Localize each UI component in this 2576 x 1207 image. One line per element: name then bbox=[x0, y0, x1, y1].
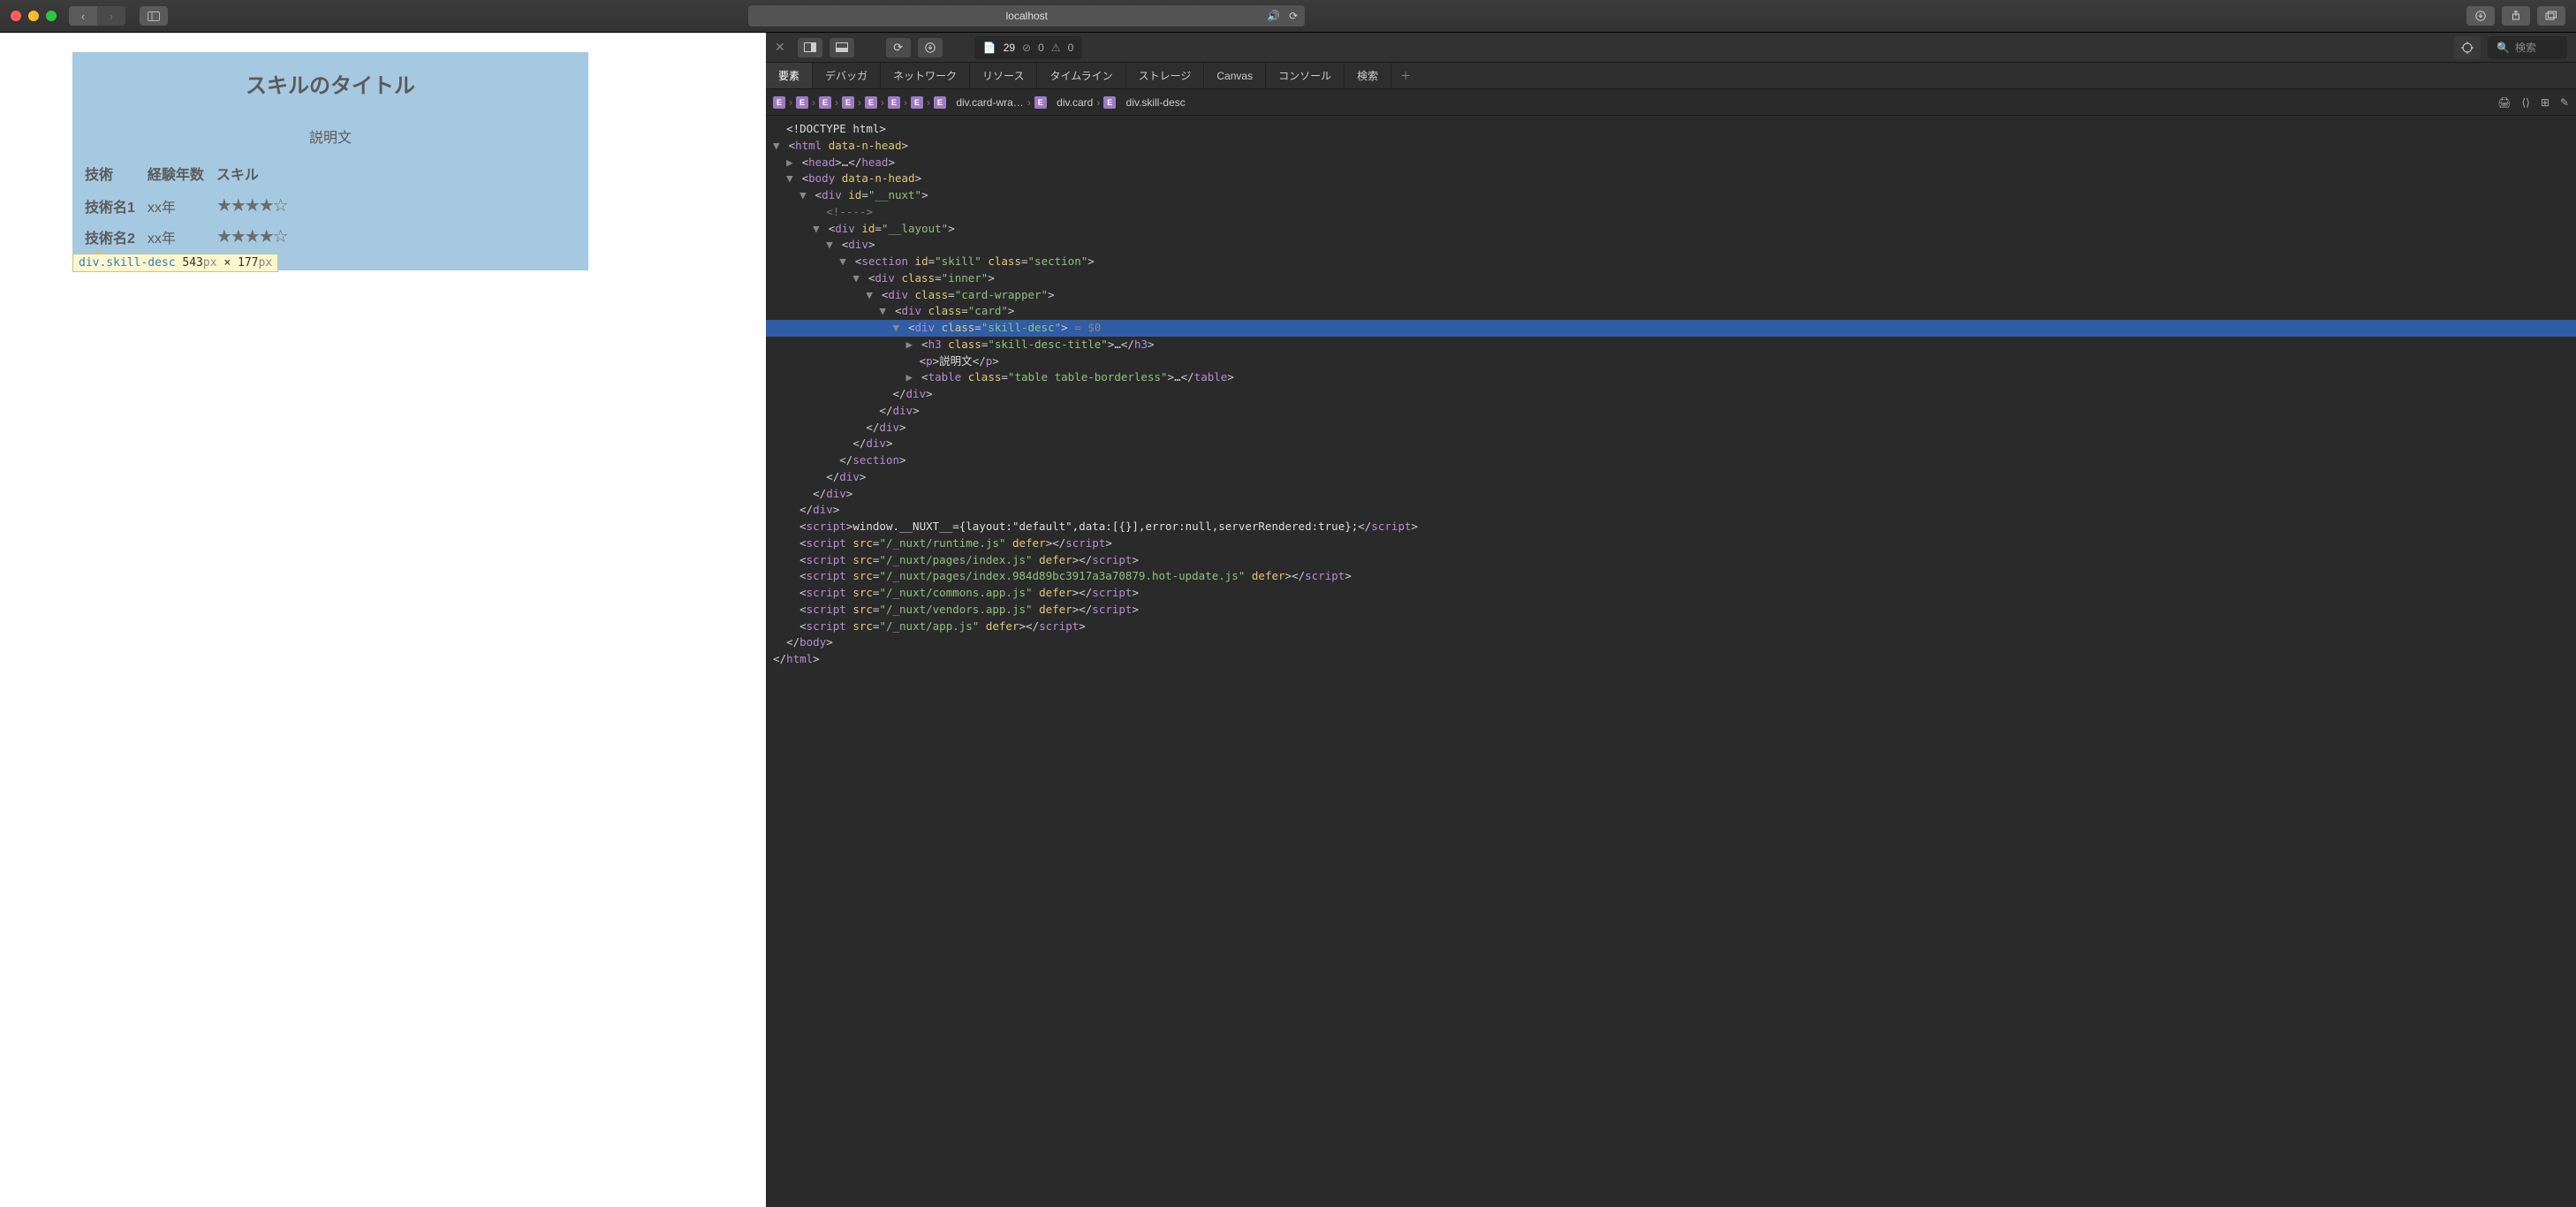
crumb-node-icon[interactable]: E bbox=[888, 96, 900, 109]
crumb-node-icon[interactable]: E bbox=[1034, 96, 1047, 109]
skill-card: スキルのタイトル 説明文 技術 経験年数 スキル 技術名1 xx年 ★★★★☆ … bbox=[72, 52, 588, 270]
crumb-node-icon[interactable]: E bbox=[911, 96, 923, 109]
tab-debugger[interactable]: デバッガ bbox=[813, 63, 881, 88]
download-button[interactable] bbox=[918, 38, 943, 57]
devtools-close-button[interactable]: ✕ bbox=[775, 40, 785, 55]
maximize-window-button[interactable] bbox=[46, 11, 57, 21]
reload-button[interactable]: ⟳ bbox=[886, 38, 911, 57]
skill-title: スキルのタイトル bbox=[72, 68, 588, 99]
url-text: localhost bbox=[1006, 10, 1048, 22]
devtools: ✕ ⟳ 📄29 ⊘0 ⚠0 🔍検索 bbox=[766, 33, 2576, 1207]
devtools-search-input[interactable]: 🔍検索 bbox=[2488, 36, 2567, 59]
forward-button: › bbox=[97, 6, 125, 26]
window-titlebar: ‹ › localhost 🔊 ⟳ bbox=[0, 0, 2576, 33]
back-button[interactable]: ‹ bbox=[69, 6, 97, 26]
breadcrumb: E› E› E› E› E› E› E› E div.card-wra…› E … bbox=[766, 89, 2576, 116]
tabs-button[interactable] bbox=[2537, 6, 2565, 26]
share-button[interactable] bbox=[2502, 6, 2530, 26]
nav-buttons: ‹ › bbox=[69, 6, 125, 26]
tab-console[interactable]: コンソール bbox=[1266, 63, 1345, 88]
table-row: 技術名2 xx年 ★★★★☆ bbox=[85, 224, 298, 253]
inspect-tooltip: div.skill-desc 543px × 177px bbox=[72, 254, 278, 272]
devtools-tabs: 要素 デバッガ ネットワーク リソース タイムライン ストレージ Canvas … bbox=[766, 63, 2576, 89]
skill-desc: 説明文 bbox=[72, 125, 588, 147]
devtools-toolbar: ✕ ⟳ 📄29 ⊘0 ⚠0 🔍検索 bbox=[766, 33, 2576, 63]
dock-side-button[interactable] bbox=[798, 38, 822, 57]
tab-storage[interactable]: ストレージ bbox=[1126, 63, 1205, 88]
dom-tree[interactable]: <!DOCTYPE html>▼ <html data-n-head> ▶ <h… bbox=[766, 116, 2576, 1207]
crumb-node-icon[interactable]: E bbox=[934, 96, 946, 109]
tab-resources[interactable]: リソース bbox=[970, 63, 1037, 88]
print-icon[interactable]: 🖨 bbox=[2497, 96, 2511, 109]
table-row: 技術名1 xx年 ★★★★☆ bbox=[85, 193, 298, 222]
element-picker-button[interactable] bbox=[2454, 36, 2481, 59]
resource-counts[interactable]: 📄29 ⊘0 ⚠0 bbox=[974, 36, 1083, 59]
log-icon: ⊘ bbox=[1022, 42, 1031, 54]
warning-icon: ⚠ bbox=[1051, 42, 1061, 54]
col-skill: スキル bbox=[216, 159, 298, 191]
tab-canvas[interactable]: Canvas bbox=[1204, 63, 1266, 88]
reload-icon[interactable]: ⟳ bbox=[1289, 10, 1298, 22]
crumb-node-icon[interactable]: E bbox=[796, 96, 808, 109]
tab-elements[interactable]: 要素 bbox=[766, 63, 813, 88]
sound-icon[interactable]: 🔊 bbox=[1267, 10, 1280, 22]
edit-icon[interactable]: ✎ bbox=[2560, 96, 2569, 109]
file-icon: 📄 bbox=[983, 42, 996, 54]
downloads-button[interactable] bbox=[2466, 6, 2495, 26]
address-bar[interactable]: localhost 🔊 ⟳ bbox=[748, 5, 1305, 27]
page-content: スキルのタイトル 説明文 技術 経験年数 スキル 技術名1 xx年 ★★★★☆ … bbox=[0, 33, 766, 1207]
tab-network[interactable]: ネットワーク bbox=[881, 63, 970, 88]
crumb-node-icon[interactable]: E bbox=[773, 96, 785, 109]
window-controls bbox=[11, 11, 57, 21]
col-years: 経験年数 bbox=[148, 159, 215, 191]
minimize-window-button[interactable] bbox=[28, 11, 39, 21]
sidebar-toggle-button[interactable] bbox=[140, 6, 168, 26]
dock-bottom-button[interactable] bbox=[830, 38, 854, 57]
crumb-node-icon[interactable]: E bbox=[842, 96, 854, 109]
code-icon[interactable]: ⟨⟩ bbox=[2522, 96, 2530, 109]
search-icon: 🔍 bbox=[2496, 42, 2510, 54]
col-tech: 技術 bbox=[85, 159, 146, 191]
crumb-node-icon[interactable]: E bbox=[865, 96, 877, 109]
tab-timeline[interactable]: タイムライン bbox=[1037, 63, 1125, 88]
crumb-node-icon[interactable]: E bbox=[819, 96, 831, 109]
add-tab-button[interactable]: ＋ bbox=[1391, 63, 1420, 88]
skill-table: 技術 経験年数 スキル 技術名1 xx年 ★★★★☆ 技術名2 xx年 ★★★★… bbox=[83, 157, 299, 254]
grid-icon[interactable]: ⊞ bbox=[2541, 96, 2549, 109]
crumb-node-icon[interactable]: E bbox=[1103, 96, 1116, 109]
tab-search[interactable]: 検索 bbox=[1345, 63, 1391, 88]
close-window-button[interactable] bbox=[11, 11, 21, 21]
